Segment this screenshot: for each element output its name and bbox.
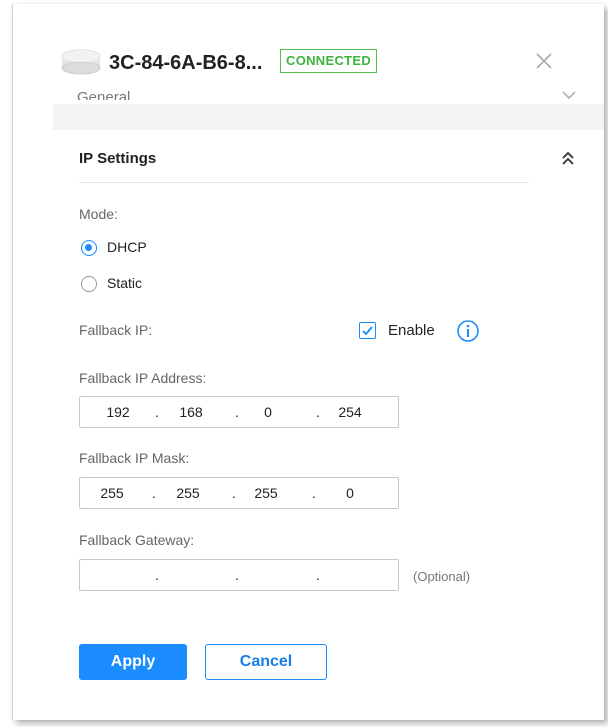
radio-static-label[interactable]: Static [107,275,142,291]
fallback-gateway-label: Fallback Gateway: [79,532,195,548]
octet-separator: . [155,567,159,583]
radio-dhcp-label[interactable]: DHCP [107,239,147,255]
ip-octet-1[interactable]: 192 [100,404,136,420]
ip-octet-4[interactable]: 254 [332,404,368,420]
device-icon [61,48,101,76]
radio-static[interactable] [81,276,97,292]
device-name: 3C-84-6A-B6-8... [109,52,263,74]
mode-label: Mode: [79,206,118,222]
octet-separator: . [312,485,316,501]
octet-separator: . [155,404,159,420]
octet-separator: . [316,404,320,420]
octet-separator: . [235,404,239,420]
section-title: IP Settings [79,150,157,167]
enable-label[interactable]: Enable [388,322,435,339]
fallback-mask-label: Fallback IP Mask: [79,450,190,466]
info-icon[interactable] [456,319,480,343]
ip-octet-1[interactable]: 255 [94,485,130,501]
optional-hint: (Optional) [413,569,471,584]
chevron-down-icon[interactable] [561,88,577,100]
device-details-panel: 3C-84-6A-B6-8... CONNECTED General IP Se… [12,4,604,720]
fallback-address-input[interactable]: 192 . 168 . 0 . 254 [79,396,399,428]
section-separator [53,104,604,130]
double-chevron-up-icon[interactable] [560,150,576,168]
divider [79,182,529,183]
ip-octet-4[interactable]: 0 [332,485,368,501]
general-section-toggle[interactable]: General [77,88,130,100]
octet-separator: . [235,567,239,583]
status-badge: CONNECTED [280,49,378,73]
radio-dhcp[interactable] [81,240,97,256]
cancel-button[interactable]: Cancel [205,644,327,680]
fallback-address-label: Fallback IP Address: [79,370,207,386]
fallback-ip-label: Fallback IP: [79,322,153,338]
ip-octet-3[interactable]: 0 [250,404,286,420]
octet-separator: . [232,485,236,501]
fallback-mask-input[interactable]: 255 . 255 . 255 . 0 [79,477,399,509]
ip-octet-2[interactable]: 168 [173,404,209,420]
ip-octet-2[interactable]: 255 [170,485,206,501]
enable-checkbox[interactable] [359,322,376,339]
ip-octet-3[interactable]: 255 [248,485,284,501]
apply-button[interactable]: Apply [79,644,187,680]
fallback-gateway-input[interactable]: . . . [79,559,399,591]
close-icon[interactable] [533,50,555,72]
octet-separator: . [316,567,320,583]
octet-separator: . [152,485,156,501]
